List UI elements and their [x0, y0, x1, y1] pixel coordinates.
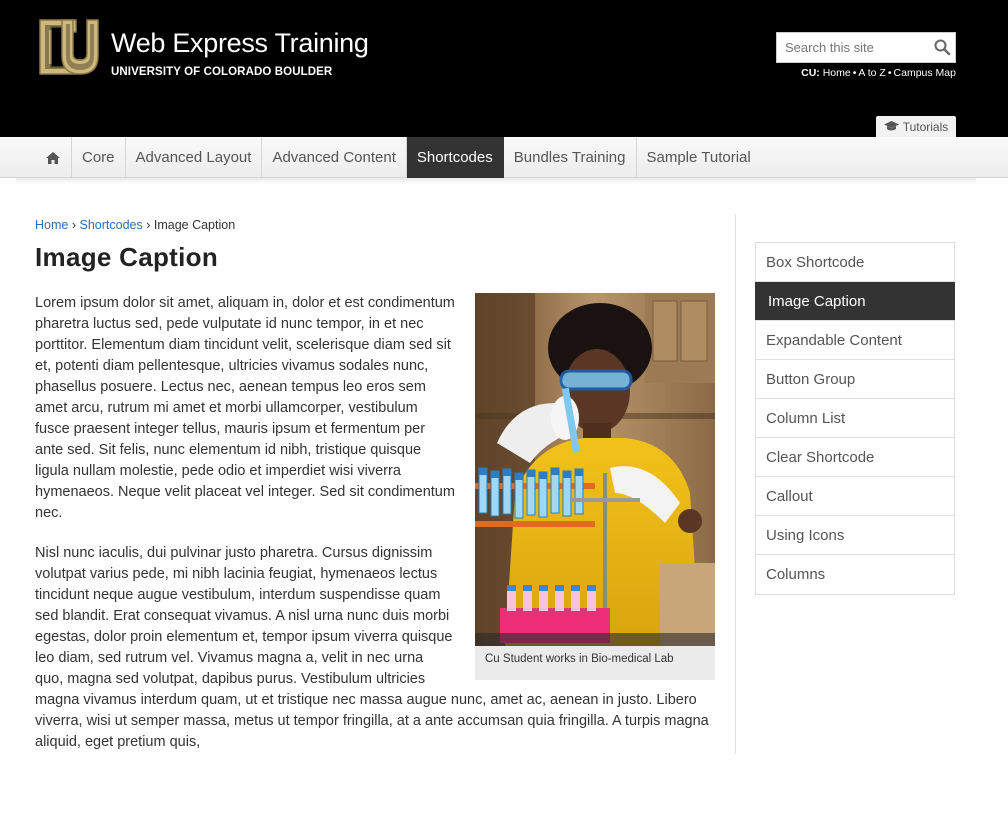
- graduation-cap-icon: [883, 121, 899, 131]
- lab-photo[interactable]: [475, 293, 715, 646]
- nav-item-bundles-training[interactable]: Bundles Training: [504, 137, 637, 178]
- university-name[interactable]: UNIVERSITY OF COLORADO BOULDER: [111, 66, 332, 78]
- image-caption: Cu Student works in Bio-medical Lab: [485, 653, 674, 665]
- search-button[interactable]: [932, 38, 952, 58]
- nav-item-core[interactable]: Core: [72, 137, 126, 178]
- nav-shadow: [16, 178, 976, 184]
- cu-logo-icon[interactable]: [36, 16, 100, 78]
- nav-item-advanced-content[interactable]: Advanced Content: [262, 137, 407, 178]
- nav-item-advanced-layout[interactable]: Advanced Layout: [126, 137, 263, 178]
- site-title[interactable]: Web Express Training: [111, 28, 369, 59]
- sidebar-item-using-icons[interactable]: Using Icons: [756, 516, 954, 555]
- breadcrumb-separator: ›: [71, 218, 76, 232]
- sidebar-item-clear-shortcode[interactable]: Clear Shortcode: [756, 438, 954, 477]
- breadcrumb-home[interactable]: Home: [35, 218, 68, 232]
- nav-item-shortcodes[interactable]: Shortcodes: [406, 137, 504, 178]
- sidebar-item-callout[interactable]: Callout: [756, 477, 954, 516]
- main-nav: Core Advanced Layout Advanced Content Sh…: [0, 137, 1008, 178]
- image-caption-figure: Cu Student works in Bio-medical Lab: [475, 293, 715, 680]
- breadcrumb-shortcodes[interactable]: Shortcodes: [79, 218, 142, 232]
- breadcrumb-separator: ›: [146, 218, 151, 232]
- cu-link-campus-map[interactable]: Campus Map: [894, 67, 956, 79]
- tutorials-tab[interactable]: Tutorials: [876, 116, 956, 137]
- university-campus: BOULDER: [274, 66, 333, 78]
- page-title: Image Caption: [35, 242, 219, 272]
- nav-item-sample-tutorial[interactable]: Sample Tutorial: [637, 137, 761, 178]
- home-icon: [46, 151, 60, 164]
- sidebar-nav: Box Shortcode Image Caption Expandable C…: [755, 242, 955, 595]
- sidebar-item-expandable-content[interactable]: Expandable Content: [756, 321, 954, 360]
- breadcrumb-current: Image Caption: [153, 218, 236, 232]
- breadcrumb: Home › Shortcodes › Image Caption: [35, 218, 235, 232]
- search-icon: [934, 39, 951, 56]
- search-input[interactable]: [777, 33, 927, 62]
- tutorials-label: Tutorials: [902, 119, 949, 134]
- cu-link-home[interactable]: Home: [823, 67, 851, 79]
- site-header: Web Express Training UNIVERSITY OF COLOR…: [0, 0, 1008, 137]
- nav-home[interactable]: [35, 137, 72, 178]
- sidebar-item-button-group[interactable]: Button Group: [756, 360, 954, 399]
- university-prefix: UNIVERSITY OF COLORADO: [111, 66, 272, 78]
- cu-links: CU: Home • A to Z • Campus Map: [801, 67, 956, 79]
- search-box: [776, 32, 956, 63]
- sidebar-item-column-list[interactable]: Column List: [756, 399, 954, 438]
- cu-label: CU:: [801, 67, 820, 79]
- sidebar-item-box-shortcode[interactable]: Box Shortcode: [756, 243, 954, 282]
- sidebar-item-image-caption[interactable]: Image Caption: [755, 282, 955, 321]
- cu-link-a-to-z[interactable]: A to Z: [858, 67, 885, 79]
- sidebar-item-columns[interactable]: Columns: [756, 555, 954, 594]
- main-content: Cu Student works in Bio-medical Lab Lore…: [35, 293, 715, 753]
- content-divider: [735, 214, 736, 754]
